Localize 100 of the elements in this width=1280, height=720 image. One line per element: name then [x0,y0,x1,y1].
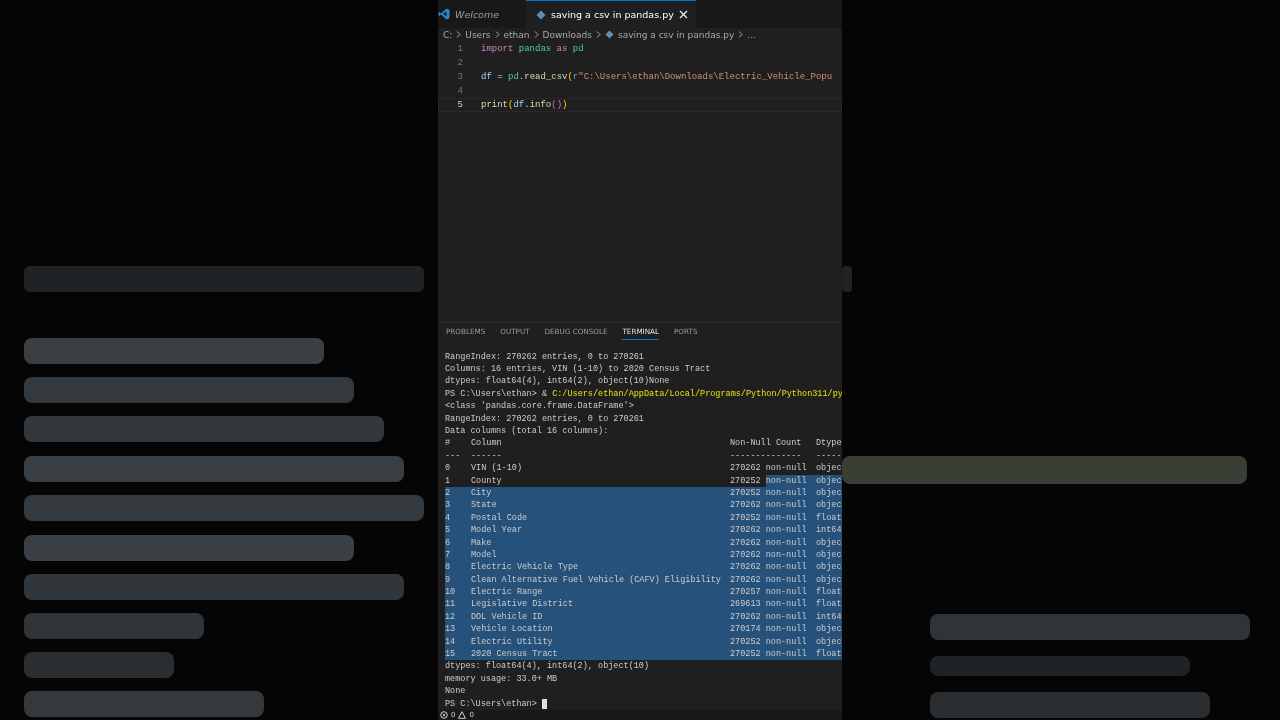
table-cell: objec [816,573,842,587]
python-file-icon [604,30,614,39]
table-cell-text: 8 [445,561,452,574]
line-number: 1 [456,44,463,54]
table-cell: objec [816,499,842,512]
table-cell-text: 270262 non-null [730,573,808,587]
warning-icon[interactable] [458,711,467,719]
table-cell: objec [816,548,842,562]
close-icon[interactable] [678,10,688,19]
terminal-line: PS C:\Users\ethan> & C:/Users/ethan/AppData/Local/Programs/Python/Python311/py [445,387,842,401]
table-cell-text: Non-Null Count [730,437,803,450]
table-cell-text: 270252 non-null [730,474,808,487]
table-cell: objec [816,623,842,636]
error-icon[interactable] [440,711,448,719]
table-cell-text: Clean Alternative Fuel Vehicle (CAFV) Eligibility [471,573,722,587]
breadcrumb-item[interactable]: Users [465,29,491,40]
table-cell-text: 12 [445,610,457,624]
table-cell-text: 9 [445,573,452,587]
table-cell-text: Electric Vehicle Type [471,561,580,574]
terminal-line: Columns: 16 entries, VIN (1-10) to 2020 Census Tract [445,363,711,376]
table-cell-text: DOL Vehicle ID [471,610,544,624]
breadcrumb-item[interactable]: C: [443,29,453,40]
table-cell: float [816,511,842,525]
editor-tab[interactable]: Welcome [438,0,518,28]
code-line: df = pd.read_csv(r"C:\Users\ethan\Downloads\Electric_Vehicle_Popu [481,72,833,82]
table-cell-text: Model [471,548,498,562]
table-cell-text: 5 [445,524,452,537]
table-cell-text: 270262 non-null [730,462,808,475]
line-number: 2 [456,58,463,68]
chevron-icon [595,31,601,38]
table-cell-text: 2 [445,486,452,500]
table-cell: objec [816,462,842,475]
table-cell-text: 270262 non-null [730,561,808,574]
breadcrumb-item[interactable]: Downloads [542,29,592,40]
table-cell-text: --- [445,449,462,463]
table-cell-text: 1 [445,474,452,487]
editor-logo-icon [438,8,450,20]
terminal-line: <class 'pandas.core.frame.DataFrame'> [445,400,634,413]
table-cell-text: 15 [445,648,457,661]
terminal-line: memory usage: 33.0+ MB [445,672,558,686]
editor-tab[interactable]: saving a csv in pandas.py [526,0,696,28]
table-cell: float [816,586,842,599]
table-cell: Dtype [816,437,842,450]
table-cell-text: 270262 non-null [730,536,808,549]
table-cell: objec [816,536,842,549]
terminal-line: Data columns (total 16 columns): [445,425,609,438]
table-cell-text: 270257 non-null [730,586,808,599]
table-cell: float [816,648,842,661]
table-cell-text: 269613 non-null [730,598,808,611]
table-cell-text: 270252 non-null [730,511,808,525]
breadcrumb-item[interactable]: saving a csv in pandas.py [617,29,735,40]
table-cell-text: 14 [445,635,457,649]
table-cell-text: VIN (1-10) [471,462,523,475]
table-cell-text: 0 [445,462,452,475]
table-cell-text: 270174 non-null [730,623,808,636]
terminal-line: RangeIndex: 270262 entries, 0 to 270261 [445,350,644,364]
table-cell-text: State [471,499,498,512]
table-cell-text: Electric Utility [471,635,554,649]
table-cell-text: 2020 Census Tract [471,648,559,661]
table-cell-text: Electric Range [471,586,544,599]
table-cell-text: 270252 non-null [730,486,808,500]
chevron-icon [494,31,500,38]
code-line: import pandas as pd [481,44,584,54]
table-cell: objec [816,635,842,649]
code-line: print(df.info()) [481,100,568,110]
table-cell-text: Legislative District [471,598,575,611]
table-cell-text: 10 [445,586,457,599]
table-cell: objec [816,561,842,574]
line-number: 4 [456,86,463,96]
table-cell-text: # [445,437,452,450]
table-cell-text: 270262 non-null [730,499,808,512]
table-cell: objec [816,486,842,500]
table-cell-text: Vehicle Location [471,623,554,636]
table-cell-text: 270262 non-null [730,524,808,537]
terminal-prompt: PS C:\Users\ethan> [445,697,537,710]
terminal-line: dtypes: float64(4), int64(2), object(10)None [445,375,670,388]
text-cursor [541,698,547,709]
table-cell-text: Column [471,437,503,450]
table-cell-text: City [471,486,493,500]
line-number: 3 [456,72,463,82]
terminal-line: dtypes: float64(4), int64(2), object(10) [445,660,650,673]
table-cell-text: 11 [445,598,457,611]
table-cell-text: -------------- [730,449,803,463]
table-cell-text: 270262 non-null [730,548,808,562]
terminal-line: RangeIndex: 270262 entries, 0 to 270261 [445,412,644,426]
table-cell-text: Model Year [471,524,523,537]
table-cell: objec [816,474,842,487]
table-cell-text: 6 [445,536,452,549]
table-cell-text: 13 [445,623,457,636]
breadcrumb-item[interactable]: ... [747,29,756,40]
table-cell-text: 270252 non-null [730,635,808,649]
breadcrumb-item[interactable]: ethan [503,29,530,40]
table-cell-text: Postal Code [471,511,529,525]
chevron-icon [456,31,462,38]
table-cell: ----- [816,449,842,463]
line-number: 5 [456,100,463,110]
table-cell-text: 4 [445,511,452,525]
table-cell-text: 270252 non-null [730,648,808,661]
table-cell: int64 [816,610,842,624]
table-cell: float [816,598,842,611]
